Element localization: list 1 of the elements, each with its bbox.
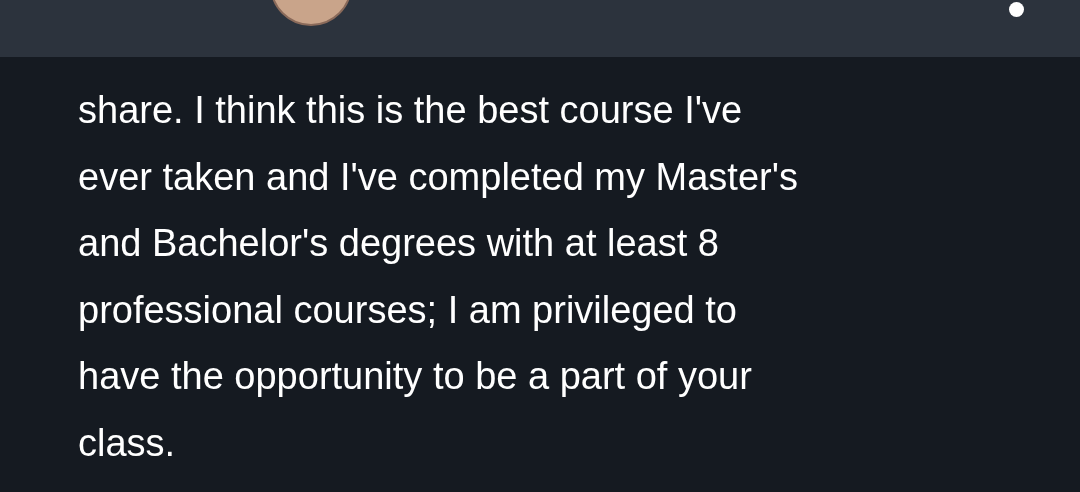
message-text: share. I think this is the best course I've ever taken and I've completed my Master's and Bachelor's degrees with at least 8 professional courses; I am privileged to have the opportunity to be a part of your class. bbox=[77, 88, 799, 466]
